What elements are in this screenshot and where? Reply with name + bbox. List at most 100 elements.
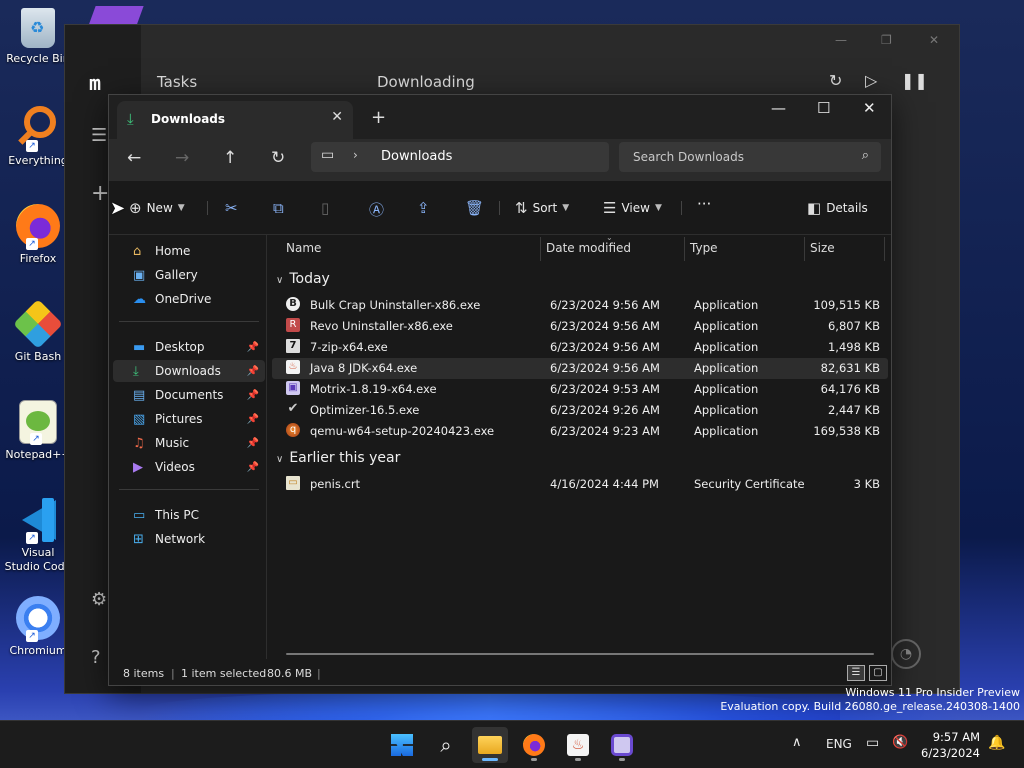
nav-network[interactable]: ⊞ Network [113,528,265,550]
minimize-button[interactable]: — [771,99,786,117]
desktop-icon-everything[interactable]: ↗ Everything [4,106,72,168]
desktop-icon-chromium[interactable]: ↗ Chromium [4,596,72,658]
paste-button[interactable]: ▯ [321,199,329,217]
column-header-name[interactable]: Name [286,241,321,265]
file-row-selected[interactable]: ♨ Java 8 JDK-x64.exe 6/23/2024 9:56 AM A… [272,358,888,379]
back-icon[interactable]: ← [127,148,141,168]
column-divider[interactable] [540,237,541,261]
nav-desktop[interactable]: ▬ Desktop 📌 [113,336,265,358]
search-taskbar-icon[interactable]: ⌕ [428,727,464,763]
start-button[interactable] [384,727,420,763]
more-options-button[interactable]: ··· [697,195,711,213]
file-row[interactable]: ▭ penis.crt 4/16/2024 4:44 PM Security C… [272,474,888,495]
menu-icon[interactable]: ☰ [91,125,107,146]
column-header-date[interactable]: Date modified [546,241,631,265]
everything-icon: ↗ [16,106,60,152]
volume-muted-icon[interactable]: 🔇 [892,735,908,750]
clock[interactable]: 9:57 AM 6/23/2024 [921,729,980,761]
breadcrumb-chevron-icon[interactable]: › [353,148,358,162]
details-pane-button[interactable]: ◧ Details [807,199,868,217]
file-row[interactable]: q qemu-w64-setup-20240423.exe 6/23/2024 … [272,421,888,442]
breadcrumb-downloads[interactable]: Downloads [381,149,452,164]
motrix-taskbar-button[interactable] [604,727,640,763]
file-explorer-window[interactable]: ⤓ Downloads ✕ + — ☐ ✕ ← → ↑ ↻ ▭ › Downlo… [108,94,892,686]
nav-gallery[interactable]: ▣ Gallery [113,264,265,286]
group-header-earlier-this-year[interactable]: ∨ Earlier this year [276,450,400,466]
rename-button[interactable]: Ⓐ [369,199,384,220]
delete-button[interactable]: 🗑 [465,199,484,217]
network-status-icon[interactable]: ▭ [866,735,879,751]
close-window-button[interactable]: ✕ [863,99,876,117]
minimize-icon[interactable]: — [835,33,847,47]
refresh-icon[interactable]: ↻ [271,148,285,168]
new-button[interactable]: ⊕ New ▼ [129,199,185,217]
file-row[interactable]: 7 7-zip-x64.exe 6/23/2024 9:56 AM Applic… [272,337,888,358]
details-view-icon[interactable]: ☰ [847,665,865,681]
desktop-icon-label: Recycle Bin [6,52,70,65]
column-header-size[interactable]: Size [810,241,835,265]
close-tab-icon[interactable]: ✕ [331,109,343,125]
maximize-button[interactable]: ☐ [817,99,830,117]
file-explorer-taskbar-button[interactable] [472,727,508,763]
cut-button[interactable]: ✂ [225,199,238,217]
motrix-icon [611,734,633,756]
nav-pictures[interactable]: ▧ Pictures 📌 [113,408,265,430]
copy-button[interactable]: ⧉ [273,199,284,217]
desktop-icon-firefox[interactable]: ↗ Firefox [4,204,72,266]
notification-bell-icon[interactable]: 🔔 [988,735,1005,751]
nav-this-pc[interactable]: ▭ This PC [113,504,265,526]
address-bar[interactable]: ▭ › Downloads [311,142,609,172]
download-icon: ⤓ [127,110,134,128]
file-row[interactable]: ✔ Optimizer-16.5.exe 6/23/2024 9:26 AM A… [272,400,888,421]
search-input[interactable] [619,142,849,172]
new-tab-button[interactable]: + [371,107,386,128]
nav-downloads[interactable]: ⤓ Downloads 📌 [113,360,265,382]
up-icon[interactable]: ↑ [223,148,237,168]
maximize-icon[interactable]: ❐ [881,33,892,47]
share-button[interactable]: ⇪ [417,199,430,217]
resume-all-icon[interactable]: ▷ [865,71,877,90]
view-button[interactable]: ☰ View ▼ [603,199,662,217]
column-divider[interactable] [884,237,885,261]
preferences-icon[interactable]: ⚙ [91,589,107,610]
firefox-taskbar-button[interactable] [516,727,552,763]
add-task-icon[interactable]: + [91,181,109,206]
git-bash-icon [13,299,63,349]
sort-button[interactable]: ⇅ Sort ▼ [515,199,569,217]
desktop-icon-notepad-plus-plus[interactable]: ↗ Notepad++ [4,400,72,462]
file-row[interactable]: B Bulk Crap Uninstaller-x86.exe 6/23/202… [272,295,888,316]
chevron-down-icon: ▼ [177,203,185,213]
file-row[interactable]: ▣ Motrix-1.8.19-x64.exe 6/23/2024 9:53 A… [272,379,888,400]
nav-home[interactable]: ⌂ Home [113,240,265,262]
java-installer-taskbar-button[interactable]: ♨ [560,727,596,763]
column-divider[interactable] [804,237,805,261]
tasks-title: Tasks [157,73,198,91]
column-header-type[interactable]: Type [690,241,718,265]
desktop-icon-recycle-bin[interactable]: ♻ Recycle Bin [4,8,72,66]
search-icon[interactable]: ⌕ [862,148,869,163]
tiles-view-icon[interactable]: ▢ [869,665,887,681]
nav-music[interactable]: ♫ Music 📌 [113,432,265,454]
speedometer-icon[interactable]: ◔ [891,639,921,669]
nav-onedrive[interactable]: ☁ OneDrive [113,288,265,310]
nav-documents[interactable]: ▤ Documents 📌 [113,384,265,406]
tab-downloads[interactable]: ⤓ Downloads ✕ [117,101,353,139]
file-row[interactable]: R Revo Uninstaller-x86.exe 6/23/2024 9:5… [272,316,888,337]
refresh-icon[interactable]: ↻ [829,71,842,90]
visual-studio-icon[interactable] [88,6,144,26]
desktop-icon-vscode[interactable]: ↗ Visual Studio Code [4,498,72,574]
file-size: 169,538 KB [813,424,880,438]
pause-all-icon[interactable]: ❚❚ [901,71,928,90]
horizontal-scrollbar[interactable] [286,653,874,655]
group-header-today[interactable]: ∨ Today [276,271,330,287]
show-hidden-icons-chevron-icon[interactable]: ∧ [792,735,802,750]
desktop-icon-git-bash[interactable]: Git Bash [4,299,72,364]
taskbar: ⌕ ♨ ∧ ENG ▭ 🔇 9:57 AM 6/23/2024 🔔 [0,720,1024,768]
search-box[interactable]: ⌕ [619,142,881,172]
close-icon[interactable]: ✕ [929,33,939,47]
input-language[interactable]: ENG [826,737,852,751]
forward-icon[interactable]: → [175,148,189,168]
nav-videos[interactable]: ▶ Videos 📌 [113,456,265,478]
help-icon[interactable]: ? [91,647,101,668]
column-divider[interactable] [684,237,685,261]
